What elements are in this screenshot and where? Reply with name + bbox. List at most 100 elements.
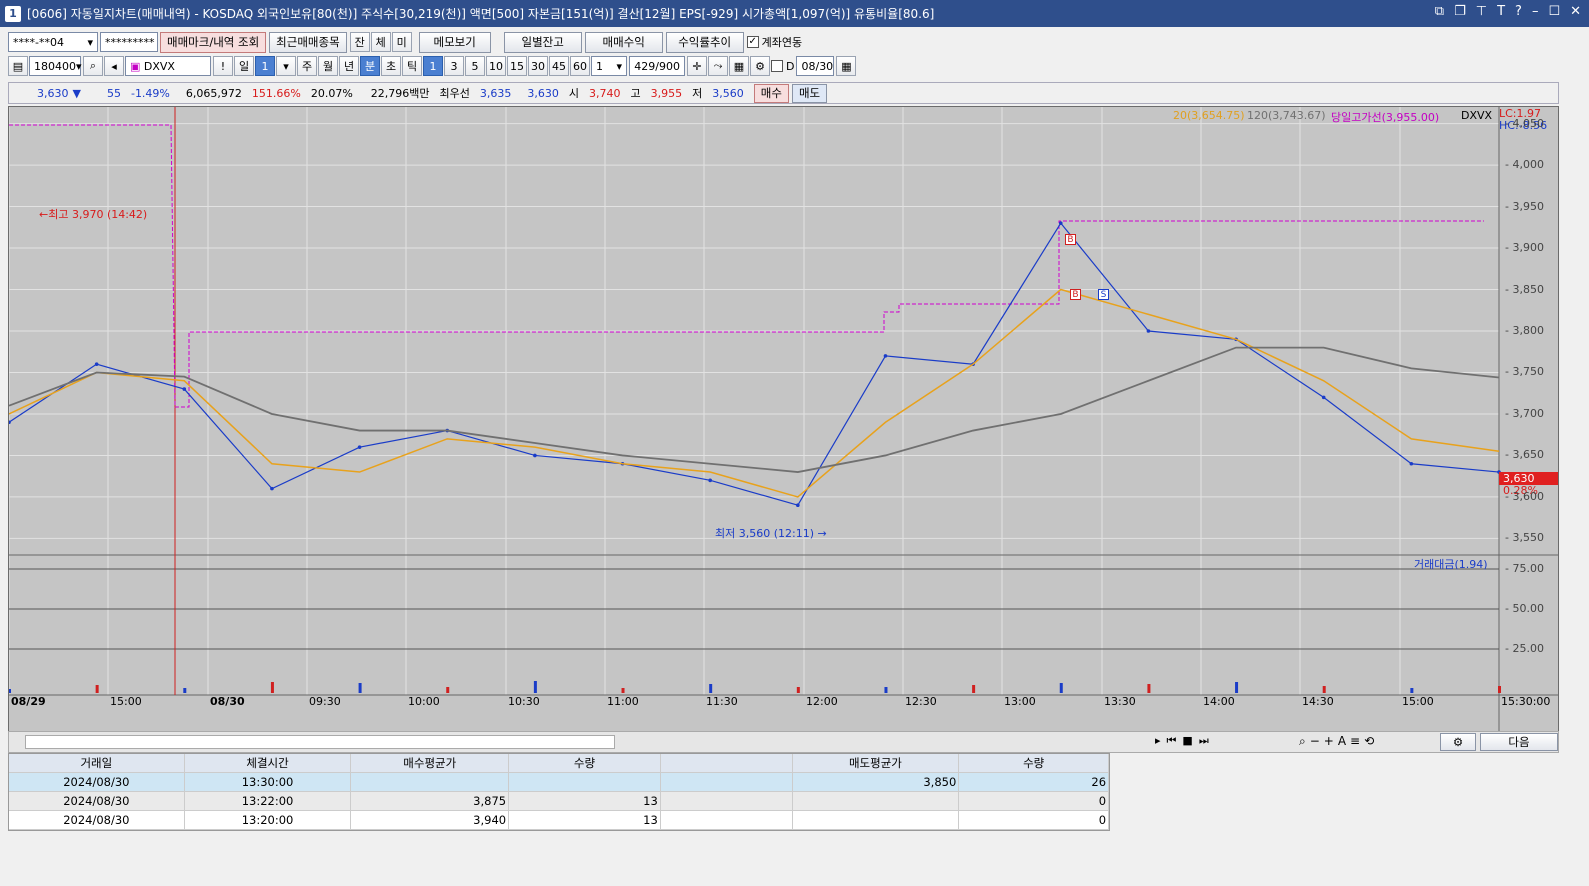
chevron-down-icon[interactable]: ▾: [276, 56, 296, 76]
next-button[interactable]: 다음: [1480, 733, 1558, 751]
volume-tick-label: - 75.00: [1505, 562, 1544, 575]
volume-bar: [270, 682, 274, 693]
link-icon[interactable]: ⧉: [1435, 4, 1444, 19]
price-info-bar: 3,630 ▼ 55 -1.49% 6,065,972 151.66% 20.0…: [8, 82, 1559, 104]
minute-1[interactable]: 1: [423, 56, 443, 76]
account-input[interactable]: ****-**04 ▾: [8, 32, 98, 52]
help-icon[interactable]: ?: [1515, 4, 1522, 19]
zoom-controls[interactable]: ⌕−+A≡⟲: [1299, 734, 1378, 749]
period-minute[interactable]: 분: [360, 56, 380, 76]
column-header[interactable]: [661, 754, 793, 772]
crosshair-icon[interactable]: ✛: [687, 56, 707, 76]
close-icon[interactable]: ✕: [1570, 4, 1581, 19]
minute-10[interactable]: 10: [486, 56, 506, 76]
chart-scrollbar[interactable]: ▸⏮■⏭ ⌕−+A≡⟲: [8, 731, 1559, 753]
price-point: [796, 503, 800, 508]
ma20-legend: 20(3,654.75): [1173, 109, 1245, 122]
period-month[interactable]: 월: [318, 56, 338, 76]
font-icon[interactable]: T: [1497, 4, 1505, 19]
search-icon[interactable]: ⌕: [83, 56, 103, 76]
account-link-checkbox[interactable]: ✓: [746, 36, 759, 48]
playback-controls[interactable]: ▸⏮■⏭: [1155, 734, 1215, 748]
layout-icon[interactable]: ▤: [8, 56, 28, 76]
minute-5[interactable]: 5: [465, 56, 485, 76]
price-chart[interactable]: 20(3,654.75) 120(3,743.67) 당일고가선(3,955.0…: [8, 106, 1559, 732]
time-tick-label: 14:30: [1302, 695, 1334, 708]
indicator-icon[interactable]: ⤳: [708, 56, 728, 76]
date-label: D: [786, 59, 795, 73]
unit-input[interactable]: 1 ▾: [591, 56, 627, 76]
column-header[interactable]: 수량: [959, 754, 1110, 772]
column-header[interactable]: 매도평균가: [793, 754, 960, 772]
scroll-thumb[interactable]: [25, 735, 615, 749]
buy-mark-1[interactable]: B: [1065, 234, 1076, 245]
unfilled-tab[interactable]: 미: [391, 32, 412, 52]
grid-settings-icon[interactable]: ⚙: [1440, 733, 1476, 751]
alert-icon[interactable]: !: [213, 56, 233, 76]
column-header[interactable]: 매수평균가: [351, 754, 510, 772]
period-second[interactable]: 초: [381, 56, 401, 76]
minute-15[interactable]: 15: [507, 56, 527, 76]
code-input[interactable]: 180400 ▾: [29, 56, 82, 76]
table-row[interactable]: 2024/08/30 13:22:00 3,875 13 0: [9, 792, 1110, 811]
table-cell: 2024/08/30: [9, 792, 185, 810]
memo-button[interactable]: 메모보기: [418, 31, 491, 53]
daily-balance-button[interactable]: 일별잔고: [503, 31, 582, 53]
buy-button[interactable]: 매수: [753, 83, 789, 103]
sell-mark[interactable]: S: [1098, 289, 1109, 300]
trade-profit-button[interactable]: 매매수익: [584, 31, 663, 53]
password-input[interactable]: *********: [100, 32, 158, 52]
price-point: [182, 387, 187, 391]
chart-canvas[interactable]: [9, 107, 1559, 732]
column-header[interactable]: 거래일: [9, 754, 185, 772]
price-point: [94, 362, 99, 366]
settings-icon[interactable]: ⚙: [750, 56, 770, 76]
sound-icon[interactable]: ◂: [104, 56, 124, 76]
minute-30[interactable]: 30: [528, 56, 548, 76]
period-day-count[interactable]: 1: [255, 56, 275, 76]
recent-items-button[interactable]: 최근매매종목: [269, 31, 347, 53]
table-cell: 3,875: [351, 792, 510, 810]
column-header[interactable]: 수량: [509, 754, 661, 772]
table-cell: 2024/08/30: [9, 773, 185, 791]
table-header: 거래일 체결시간 매수평균가 수량 매도평균가 수량: [9, 754, 1110, 773]
trade-marks-button[interactable]: 매매마크/내역 조회: [160, 31, 267, 53]
period-tick[interactable]: 틱: [402, 56, 422, 76]
maximize-icon[interactable]: ☐: [1548, 4, 1560, 19]
period-week[interactable]: 주: [297, 56, 317, 76]
column-header[interactable]: 체결시간: [185, 754, 352, 772]
buy-mark-2[interactable]: B: [1070, 289, 1081, 300]
minute-45[interactable]: 45: [549, 56, 569, 76]
current-price: 3,630: [37, 86, 69, 100]
time-tick-label: 11:00: [607, 695, 639, 708]
volume-tick-label: - 25.00: [1505, 642, 1544, 655]
minimize-icon[interactable]: –: [1532, 4, 1539, 19]
table-row[interactable]: 2024/08/30 13:20:00 3,940 13 0: [9, 811, 1110, 830]
price-tick-label: - 3,900: [1505, 241, 1544, 255]
period-day[interactable]: 일: [234, 56, 254, 76]
period-year[interactable]: 년: [339, 56, 359, 76]
return-trend-button[interactable]: 수익률추이: [665, 31, 744, 53]
restore-icon[interactable]: ❐: [1454, 4, 1466, 19]
filled-tab[interactable]: 체: [370, 32, 391, 52]
table-cell: 0: [959, 792, 1110, 810]
balance-tab[interactable]: 잔: [349, 32, 370, 52]
table-row[interactable]: 2024/08/30 13:30:00 3,850 26: [9, 773, 1110, 792]
volume-bar: [1322, 686, 1326, 693]
minute-3[interactable]: 3: [444, 56, 464, 76]
minute-60[interactable]: 60: [570, 56, 590, 76]
volume-bar: [884, 687, 888, 693]
date-input[interactable]: 08/30: [796, 56, 835, 76]
save-icon[interactable]: ▦: [729, 56, 749, 76]
pin-icon[interactable]: ⊤: [1476, 4, 1487, 19]
date-checkbox[interactable]: [771, 60, 783, 72]
name-input[interactable]: ▣ DXVX: [125, 56, 211, 76]
volume-bar: [796, 687, 800, 693]
count-input[interactable]: 429/900: [629, 56, 685, 76]
time-tick-label: 12:30: [905, 695, 937, 708]
sell-button[interactable]: 매도: [791, 83, 828, 103]
series-line-DXVX: [9, 222, 1500, 506]
table-cell: 2024/08/30: [9, 811, 185, 829]
calendar-icon[interactable]: ▦: [836, 56, 857, 76]
app-icon: 1: [5, 5, 21, 22]
